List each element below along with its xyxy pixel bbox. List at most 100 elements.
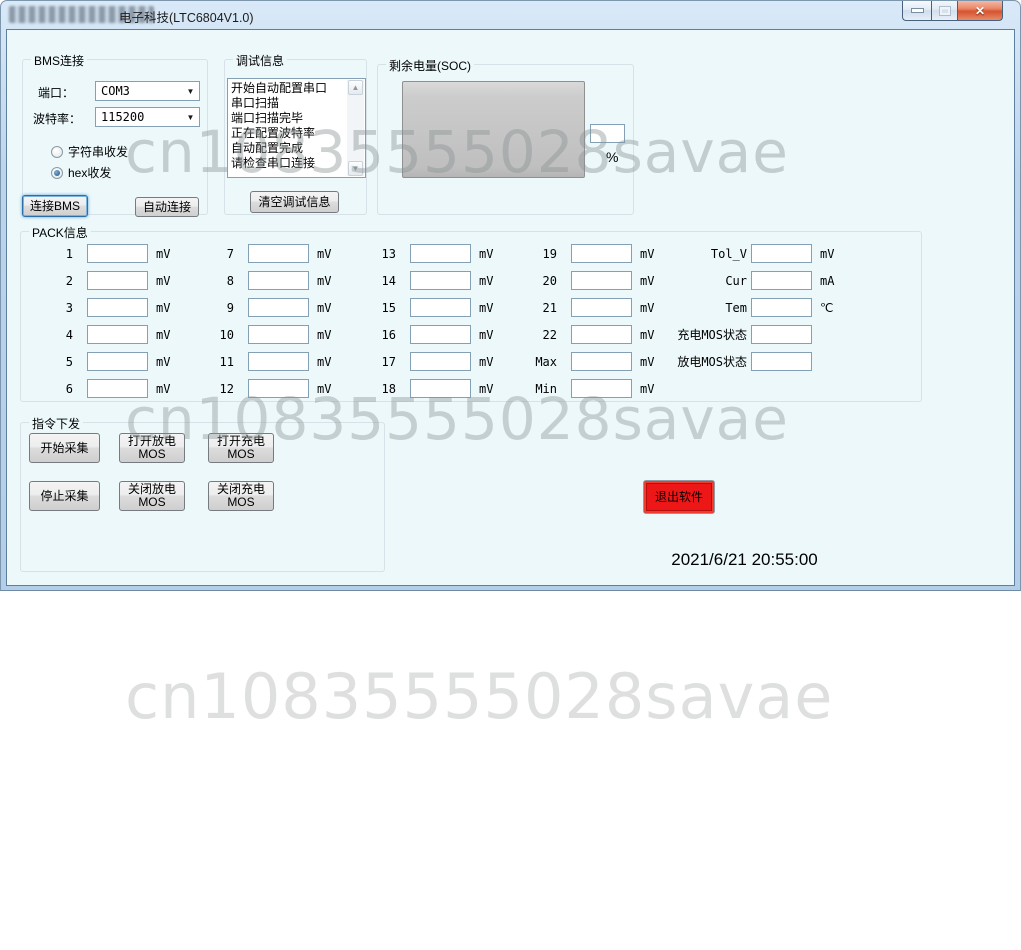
watermark-text: cn10835555028savae — [125, 660, 834, 733]
pack-cell-input[interactable] — [410, 244, 471, 263]
pack-row: Tol_V mV — [651, 240, 834, 267]
pack-cell-input[interactable] — [751, 271, 812, 290]
pack-cell-label: Max — [535, 354, 557, 369]
close-button[interactable]: ✕ — [958, 1, 1003, 21]
pack-cell-input[interactable] — [410, 325, 471, 344]
bms-connection-group: BMS连接 端口： COM3 ▼ 波特率： 115200 ▼ 字符串收发 hex… — [22, 52, 208, 217]
pack-cell-input[interactable] — [751, 244, 812, 263]
pack-cell-unit: mV — [317, 300, 332, 315]
pack-cell-unit: mV — [479, 327, 494, 342]
close-discharge-mos-button[interactable]: 关闭放电 MOS — [119, 481, 185, 511]
debug-log-textarea[interactable]: 开始自动配置串口 串口扫描 端口扫描完毕 正在配置波特率 自动配置完成 请检查串… — [227, 78, 366, 178]
pack-cell-input[interactable] — [87, 379, 148, 398]
open-charge-mos-button[interactable]: 打开充电 MOS — [208, 433, 274, 463]
pack-cell-label: 4 — [65, 327, 73, 342]
pack-cell-label: 21 — [542, 300, 557, 315]
pack-cell-input[interactable] — [87, 352, 148, 371]
pack-cell-label: Tem — [725, 300, 747, 315]
datetime-label: 2021/6/21 20:55:00 — [671, 550, 818, 569]
scroll-up-icon[interactable]: ▲ — [348, 80, 363, 95]
pack-cell-input[interactable] — [410, 298, 471, 317]
maximize-button[interactable] — [931, 1, 958, 21]
pack-cell-label: Cur — [725, 273, 747, 288]
debug-info-group: 调试信息 开始自动配置串口 串口扫描 端口扫描完毕 正在配置波特率 自动配置完成… — [224, 52, 367, 215]
pack-cell-input[interactable] — [751, 352, 812, 371]
pack-row: 21 mV — [529, 294, 654, 321]
maximize-icon — [939, 6, 950, 15]
close-charge-mos-button[interactable]: 关闭充电 MOS — [208, 481, 274, 511]
pack-cell-input[interactable] — [571, 271, 632, 290]
pack-cell-input[interactable] — [751, 325, 812, 344]
dropdown-arrow-icon: ▼ — [186, 86, 195, 96]
pack-cell-input[interactable] — [571, 325, 632, 344]
pack-cell-label: 20 — [542, 273, 557, 288]
pack-row: 8 mV — [206, 267, 331, 294]
bms-group-label: BMS连接 — [31, 52, 88, 69]
pack-cell-input[interactable] — [410, 271, 471, 290]
app-window: 电子科技(LTC6804V1.0) ✕ BMS连接 端口： COM3 ▼ 波特率… — [0, 0, 1021, 591]
pack-row: 12 mV — [206, 375, 331, 402]
window-title: 电子科技(LTC6804V1.0) — [119, 11, 254, 25]
pack-cell-unit: mV — [156, 246, 171, 261]
pack-cell-input[interactable] — [248, 271, 309, 290]
minimize-button[interactable] — [902, 1, 931, 21]
pack-cell-input[interactable] — [571, 298, 632, 317]
auto-connect-button[interactable]: 自动连接 — [135, 197, 199, 217]
pack-cell-input[interactable] — [751, 298, 812, 317]
pack-cell-label: Tol_V — [710, 246, 747, 261]
pack-cell-input[interactable] — [248, 379, 309, 398]
baud-select[interactable]: 115200 ▼ — [95, 107, 200, 127]
scroll-down-icon[interactable]: ▼ — [348, 161, 363, 176]
pack-column-1: 1 mV 2 mV 3 mV 4 mV 5 mV 6 mV — [45, 240, 170, 402]
pack-cell-label: 13 — [381, 246, 396, 261]
radio-string-mode[interactable]: 字符串收发 — [51, 143, 128, 160]
soc-value-input[interactable] — [590, 124, 625, 143]
pack-row: 15 mV — [368, 294, 493, 321]
pack-cell-unit: mV — [317, 246, 332, 261]
radio-hex-label: hex收发 — [68, 166, 112, 180]
minimize-icon — [911, 9, 923, 12]
pack-cell-input[interactable] — [248, 325, 309, 344]
pack-cell-input[interactable] — [410, 379, 471, 398]
clear-debug-button[interactable]: 清空调试信息 — [250, 191, 339, 213]
pack-row: 7 mV — [206, 240, 331, 267]
pack-cell-input[interactable] — [87, 244, 148, 263]
baud-label: 波特率： — [33, 112, 82, 126]
stop-sampling-button[interactable]: 停止采集 — [29, 481, 100, 511]
port-select[interactable]: COM3 ▼ — [95, 81, 200, 101]
open-discharge-mos-button[interactable]: 打开放电 MOS — [119, 433, 185, 463]
pack-row: 18 mV — [368, 375, 493, 402]
pack-column-5: Tol_V mV Cur mA Tem ℃ 充电MOS状态 放电MOS状态 — [651, 240, 834, 375]
titlebar[interactable]: 电子科技(LTC6804V1.0) ✕ — [1, 1, 1020, 29]
pack-cell-input[interactable] — [87, 298, 148, 317]
client-area: BMS连接 端口： COM3 ▼ 波特率： 115200 ▼ 字符串收发 hex… — [6, 29, 1015, 586]
pack-info-group: PACK信息 1 mV 2 mV 3 mV 4 mV 5 mV 6 mV 7 mV 8 mV 9 mV 10 mV 1… — [20, 224, 922, 402]
pack-cell-label: 22 — [542, 327, 557, 342]
pack-cell-input[interactable] — [248, 244, 309, 263]
pack-cell-input[interactable] — [571, 379, 632, 398]
pack-cell-unit: mV — [479, 273, 494, 288]
pack-row: 16 mV — [368, 321, 493, 348]
debug-scrollbar[interactable]: ▲ ▼ — [347, 80, 364, 176]
radio-hex-mode[interactable]: hex收发 — [51, 164, 111, 181]
pack-row: 11 mV — [206, 348, 331, 375]
pack-cell-unit: mV — [156, 300, 171, 315]
pack-row: 19 mV — [529, 240, 654, 267]
pack-row: Cur mA — [651, 267, 834, 294]
pack-cell-input[interactable] — [571, 352, 632, 371]
pack-cell-input[interactable] — [87, 271, 148, 290]
pack-cell-label: 11 — [219, 354, 234, 369]
start-sampling-button[interactable]: 开始采集 — [29, 433, 100, 463]
radio-unselected-icon — [51, 145, 63, 158]
connect-bms-button[interactable]: 连接BMS — [22, 195, 88, 217]
pack-cell-input[interactable] — [87, 325, 148, 344]
pack-cell-input[interactable] — [410, 352, 471, 371]
exit-software-button[interactable]: 退出软件 — [643, 480, 715, 514]
pack-cell-input[interactable] — [248, 298, 309, 317]
pack-cell-label: 1 — [65, 246, 73, 261]
pack-column-2: 7 mV 8 mV 9 mV 10 mV 11 mV 12 mV — [206, 240, 331, 402]
pack-cell-input[interactable] — [248, 352, 309, 371]
port-label: 端口： — [38, 86, 75, 100]
pack-cell-input[interactable] — [571, 244, 632, 263]
pack-cell-label: 放电MOS状态 — [677, 355, 747, 369]
